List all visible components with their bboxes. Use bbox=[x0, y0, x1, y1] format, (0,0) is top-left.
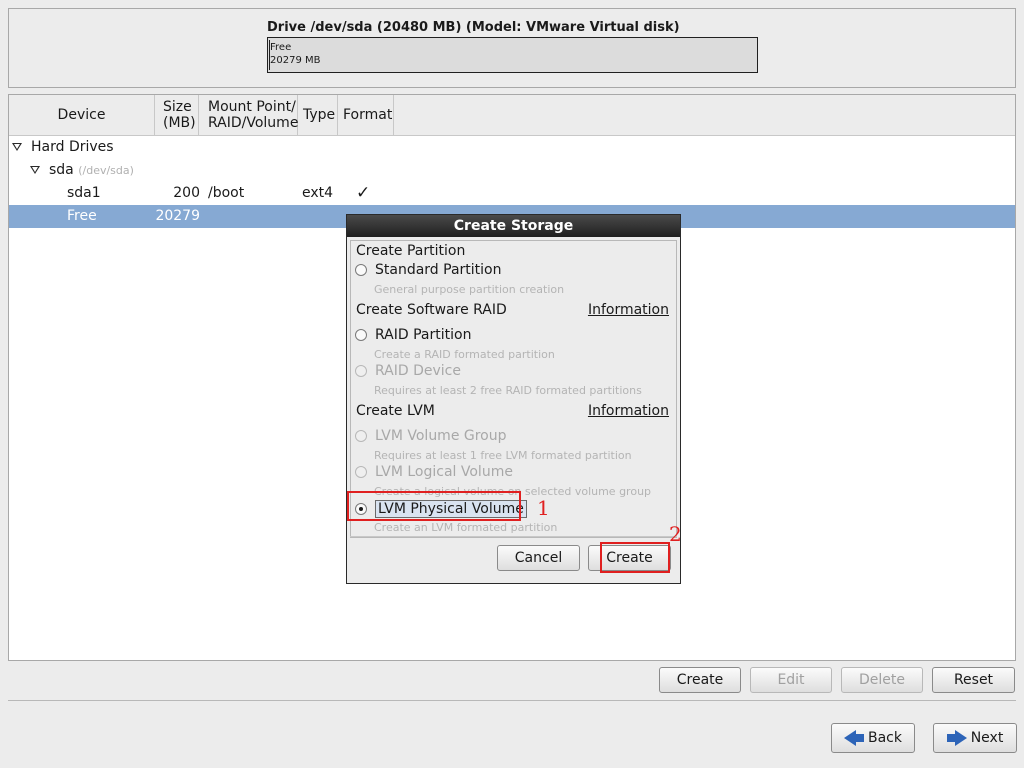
column-mount-label: Mount Point/ RAID/Volume bbox=[208, 99, 299, 131]
row-size: 200 bbox=[173, 185, 200, 201]
column-format-label: Format bbox=[343, 107, 393, 123]
annotation-number-2: 2 bbox=[669, 522, 682, 546]
dialog-cancel-label: Cancel bbox=[514, 550, 563, 566]
radio-raid-device: RAID Device bbox=[355, 363, 461, 379]
next-button-label: Next bbox=[970, 730, 1004, 746]
column-format[interactable]: Format bbox=[338, 95, 394, 135]
raid-partition-hint: Create a RAID formated partition bbox=[374, 348, 555, 361]
back-arrow-icon bbox=[844, 730, 864, 746]
column-device[interactable]: Device bbox=[9, 95, 155, 135]
lvm-volume-group-label: LVM Volume Group bbox=[375, 428, 507, 444]
section-create-partition: Create Partition bbox=[356, 243, 466, 259]
hard-drives-label: Hard Drives bbox=[31, 139, 114, 155]
radio-disabled-icon bbox=[355, 365, 367, 377]
lvm-volume-group-hint: Requires at least 1 free LVM formated pa… bbox=[374, 449, 632, 462]
lvm-logical-volume-label: LVM Logical Volume bbox=[375, 464, 513, 480]
format-check-icon: ✓ bbox=[356, 183, 371, 203]
tree-row-hard-drives[interactable]: Hard Drives bbox=[9, 136, 1015, 159]
lvm-information-label: Information bbox=[587, 403, 669, 419]
edit-button[interactable]: Edit bbox=[750, 667, 832, 693]
standard-partition-label: Standard Partition bbox=[375, 262, 502, 278]
row-mount: /boot bbox=[208, 185, 245, 201]
lvm-information-link[interactable]: Information bbox=[588, 403, 669, 419]
edit-button-label: Edit bbox=[777, 672, 805, 688]
sda-label: sda (/dev/sda) bbox=[49, 162, 134, 178]
table-row[interactable]: sda1 200 /boot ext4 ✓ bbox=[9, 182, 1015, 205]
raid-information-label: Information bbox=[587, 302, 669, 318]
annotation-box-2 bbox=[600, 542, 670, 573]
row-type: ext4 bbox=[302, 185, 334, 201]
dialog-title: Create Storage bbox=[347, 215, 680, 237]
column-size[interactable]: Size (MB) bbox=[155, 95, 199, 135]
sda-name: sda bbox=[49, 162, 74, 178]
radio-disabled-icon bbox=[355, 466, 367, 478]
section-create-raid: Create Software RAID bbox=[356, 302, 507, 318]
raid-device-hint: Requires at least 2 free RAID formated p… bbox=[374, 384, 642, 397]
annotation-box-1 bbox=[347, 491, 521, 521]
column-type[interactable]: Type bbox=[298, 95, 338, 135]
divider bbox=[8, 700, 1016, 701]
expander-down-icon[interactable] bbox=[12, 143, 22, 151]
column-type-label: Type bbox=[303, 107, 336, 123]
next-arrow-icon bbox=[946, 730, 967, 746]
raid-partition-label: RAID Partition bbox=[375, 327, 472, 343]
annotation-number-1: 1 bbox=[537, 496, 550, 520]
create-button-label: Create bbox=[676, 672, 724, 688]
section-create-lvm: Create LVM bbox=[356, 403, 435, 419]
raid-device-label: RAID Device bbox=[375, 363, 461, 379]
reset-button-label: Reset bbox=[953, 672, 994, 688]
drive-bar-free-size: 20279 MB bbox=[270, 55, 321, 66]
dialog-divider bbox=[350, 536, 677, 537]
lvm-physical-volume-hint: Create an LVM formated partition bbox=[374, 521, 558, 534]
column-size-label: Size (MB) bbox=[163, 99, 196, 131]
back-button-label: Back bbox=[868, 730, 902, 746]
radio-unchecked-icon[interactable] bbox=[355, 264, 367, 276]
create-storage-dialog: Create Storage Create Partition Standard… bbox=[346, 214, 681, 584]
delete-button-label: Delete bbox=[859, 672, 905, 688]
drive-title: Drive /dev/sda (20480 MB) (Model: VMware… bbox=[267, 20, 680, 35]
expander-down-icon[interactable] bbox=[30, 166, 40, 174]
radio-unchecked-icon[interactable] bbox=[355, 329, 367, 341]
radio-disabled-icon bbox=[355, 430, 367, 442]
drive-bar-free-name: Free bbox=[270, 42, 292, 53]
create-button[interactable]: Create bbox=[659, 667, 741, 693]
next-button[interactable]: Next bbox=[933, 723, 1017, 753]
tree-row-sda[interactable]: sda (/dev/sda) bbox=[9, 159, 1015, 182]
radio-raid-partition[interactable]: RAID Partition bbox=[355, 327, 471, 343]
drive-bar-free-label: Free 20279 MB bbox=[270, 41, 320, 67]
radio-standard-partition[interactable]: Standard Partition bbox=[355, 262, 502, 278]
drive-usage-bar[interactable]: Free 20279 MB bbox=[267, 37, 758, 73]
column-device-label: Device bbox=[57, 107, 106, 123]
tree-header: Device Size (MB) Mount Point/ RAID/Volum… bbox=[9, 95, 1015, 136]
back-button[interactable]: Back bbox=[831, 723, 915, 753]
drive-panel: Drive /dev/sda (20480 MB) (Model: VMware… bbox=[8, 8, 1016, 88]
row-device: Free bbox=[67, 208, 97, 224]
dialog-cancel-button[interactable]: Cancel bbox=[497, 545, 580, 571]
row-device: sda1 bbox=[67, 185, 101, 201]
reset-button[interactable]: Reset bbox=[932, 667, 1015, 693]
row-size: 20279 bbox=[155, 208, 200, 224]
standard-partition-hint: General purpose partition creation bbox=[374, 283, 565, 296]
raid-information-link[interactable]: Information bbox=[588, 302, 669, 318]
column-mount[interactable]: Mount Point/ RAID/Volume bbox=[199, 95, 298, 135]
radio-lvm-volume-group: LVM Volume Group bbox=[355, 428, 507, 444]
radio-lvm-logical-volume: LVM Logical Volume bbox=[355, 464, 513, 480]
delete-button[interactable]: Delete bbox=[841, 667, 923, 693]
sda-path: (/dev/sda) bbox=[78, 164, 134, 177]
